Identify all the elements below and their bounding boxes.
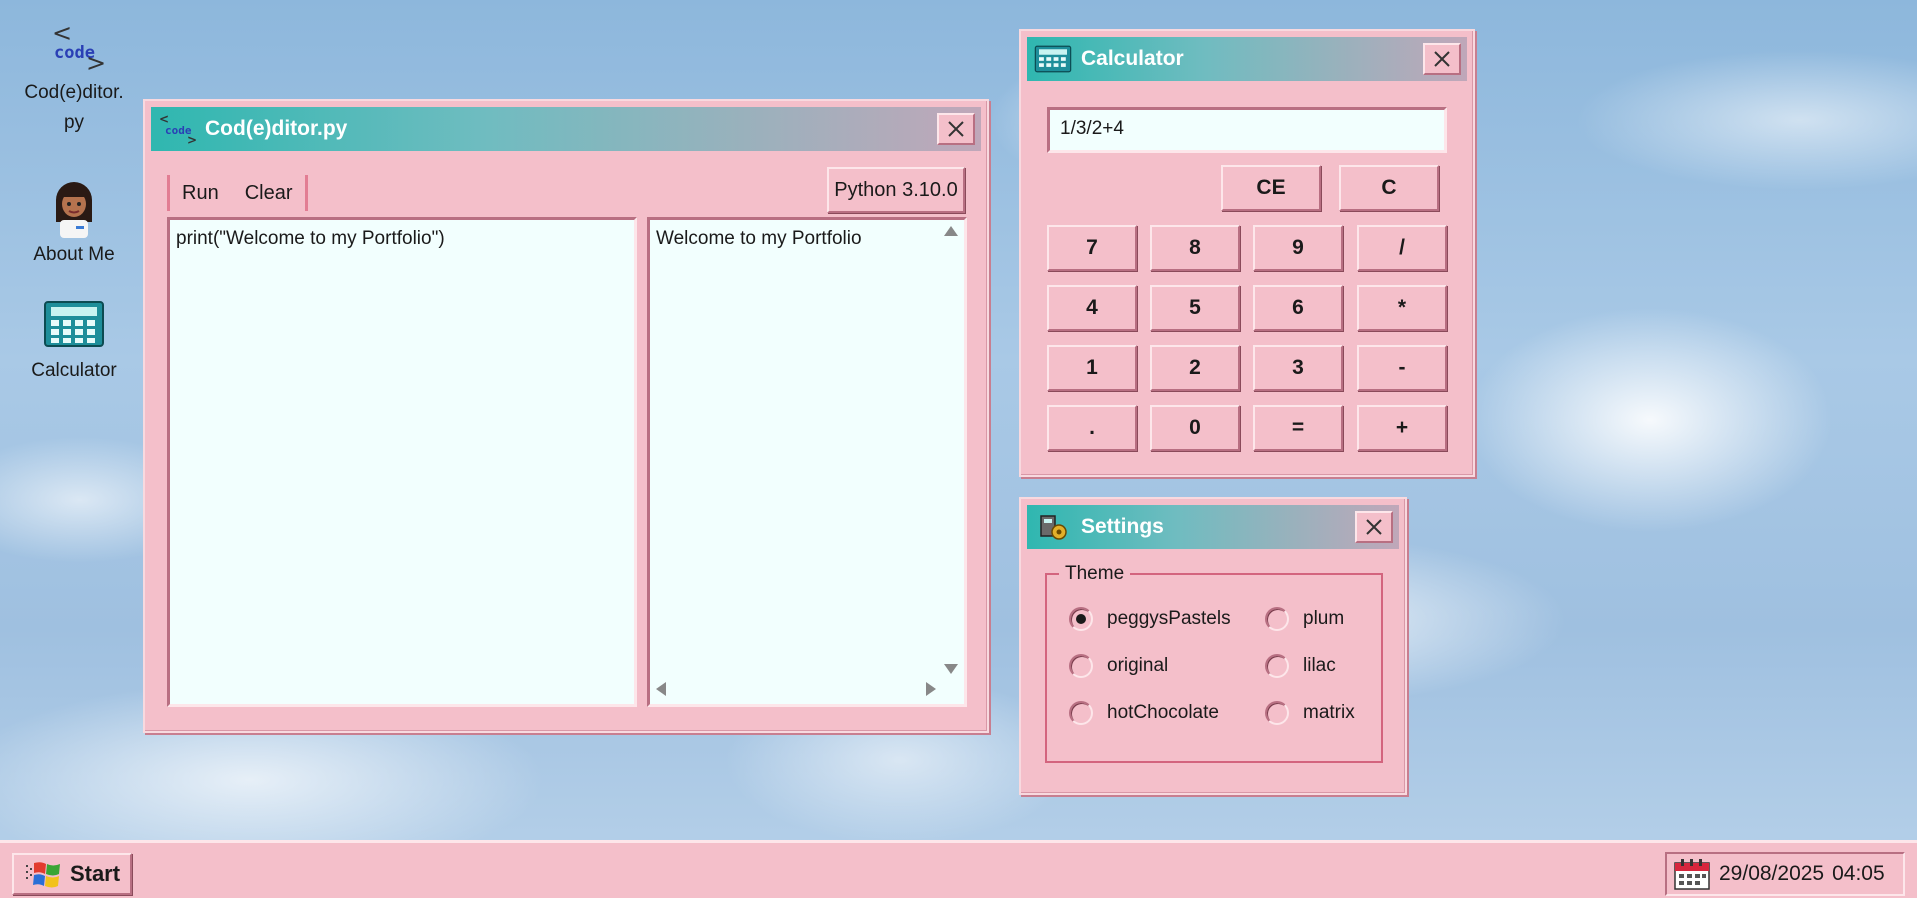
desktop-icon-label: Cod(e)ditor. py xyxy=(24,82,124,133)
calc-key-3[interactable]: 3 xyxy=(1253,345,1343,391)
calc-key-equals[interactable]: = xyxy=(1253,405,1343,451)
close-icon xyxy=(948,121,964,137)
radio-label: matrix xyxy=(1303,702,1355,723)
scroll-right-icon[interactable] xyxy=(926,682,936,696)
scroll-down-icon[interactable] xyxy=(944,664,958,674)
window-title: Cod(e)ditor.py xyxy=(205,117,348,140)
python-version-button[interactable]: Python 3.10.0 xyxy=(827,167,965,213)
calc-key-1[interactable]: 1 xyxy=(1047,345,1137,391)
calc-key-dot[interactable]: . xyxy=(1047,405,1137,451)
start-button[interactable]: Start xyxy=(12,853,132,895)
output-text: Welcome to my Portfolio xyxy=(656,228,862,249)
svg-text:>: > xyxy=(187,133,197,146)
calc-key-add[interactable]: + xyxy=(1357,405,1447,451)
calc-key-2[interactable]: 2 xyxy=(1150,345,1240,391)
clear-button[interactable]: Clear xyxy=(245,182,293,205)
close-button[interactable] xyxy=(1423,43,1461,75)
calc-key-subtract[interactable]: - xyxy=(1357,345,1447,391)
calculator-icon xyxy=(1033,42,1073,76)
calendar-icon[interactable] xyxy=(1673,857,1711,891)
windows-logo-icon xyxy=(25,862,60,888)
calc-key-4[interactable]: 4 xyxy=(1047,285,1137,331)
system-tray: 29/08/2025 04:05 xyxy=(1665,852,1905,896)
calc-key-divide[interactable]: / xyxy=(1357,225,1447,271)
code-text: print("Welcome to my Portfolio") xyxy=(176,228,445,249)
theme-radio-plum[interactable]: plum xyxy=(1265,607,1344,631)
theme-legend: Theme xyxy=(1059,563,1131,585)
calc-key-7[interactable]: 7 xyxy=(1047,225,1137,271)
radio-label: peggysPastels xyxy=(1107,608,1231,629)
radio-unselected-icon xyxy=(1069,701,1093,725)
codeditor-titlebar[interactable]: < code > Cod(e)ditor.py xyxy=(151,107,981,151)
desktop-icon-about-me[interactable]: About Me xyxy=(14,180,134,270)
calc-key-6[interactable]: 6 xyxy=(1253,285,1343,331)
calc-key-8[interactable]: 8 xyxy=(1150,225,1240,271)
tray-time: 04:05 xyxy=(1832,862,1885,885)
theme-radio-matrix[interactable]: matrix xyxy=(1265,701,1355,725)
close-icon xyxy=(1434,51,1450,67)
close-button[interactable] xyxy=(1355,511,1393,543)
calc-key-multiply[interactable]: * xyxy=(1357,285,1447,331)
radio-label: plum xyxy=(1303,608,1345,629)
radio-label: hotChocolate xyxy=(1107,702,1219,723)
desktop-icon-label: About Me xyxy=(33,244,115,265)
desktop-icon-label: Calculator xyxy=(31,360,117,381)
calculator-display[interactable]: 1/3/2+4 xyxy=(1047,107,1447,153)
calculator-titlebar[interactable]: Calculator xyxy=(1027,37,1467,81)
window-title: Settings xyxy=(1081,515,1164,538)
desktop-icon-codeditor[interactable]: < code > Cod(e)ditor. py xyxy=(14,18,134,138)
settings-window: Settings Theme peggysPastels plum origin… xyxy=(1019,497,1407,795)
window-title: Calculator xyxy=(1081,47,1184,70)
code-icon: < code > xyxy=(52,19,107,77)
radio-unselected-icon xyxy=(1265,607,1289,631)
calculator-icon xyxy=(44,301,104,347)
code-input-pane[interactable]: print("Welcome to my Portfolio") xyxy=(167,217,637,707)
codeditor-window: < code > Cod(e)ditor.py Run Clear Python… xyxy=(143,99,989,733)
code-icon: < code > xyxy=(157,112,197,146)
theme-radio-peggyspastels[interactable]: peggysPastels xyxy=(1069,607,1231,631)
calc-key-0[interactable]: 0 xyxy=(1150,405,1240,451)
theme-radio-hotchocolate[interactable]: hotChocolate xyxy=(1069,701,1219,725)
calculator-window: Calculator 1/3/2+4 CE C 7 8 9 / 4 5 6 * … xyxy=(1019,29,1475,477)
editor-toolbar: Run Clear xyxy=(167,175,308,211)
settings-titlebar[interactable]: Settings xyxy=(1027,505,1399,549)
desktop-icon-calculator[interactable]: Calculator xyxy=(14,300,134,386)
theme-fieldset: Theme peggysPastels plum original lilac … xyxy=(1045,563,1383,763)
tray-date: 29/08/2025 xyxy=(1719,862,1825,885)
scroll-up-icon[interactable] xyxy=(944,226,958,236)
radio-label: original xyxy=(1107,655,1169,676)
theme-radio-original[interactable]: original xyxy=(1069,654,1168,678)
close-button[interactable] xyxy=(937,113,975,145)
settings-icon xyxy=(1033,510,1073,544)
calc-key-5[interactable]: 5 xyxy=(1150,285,1240,331)
run-button[interactable]: Run xyxy=(182,182,219,205)
avatar-icon xyxy=(56,182,92,238)
scroll-left-icon[interactable] xyxy=(656,682,666,696)
calc-key-9[interactable]: 9 xyxy=(1253,225,1343,271)
radio-selected-icon xyxy=(1069,607,1093,631)
start-label: Start xyxy=(69,861,121,886)
calc-key-c[interactable]: C xyxy=(1339,165,1439,211)
radio-unselected-icon xyxy=(1069,654,1093,678)
radio-unselected-icon xyxy=(1265,654,1289,678)
taskbar: Start 29/08/2025 04:05 xyxy=(0,840,1917,898)
calc-key-ce[interactable]: CE xyxy=(1221,165,1321,211)
radio-unselected-icon xyxy=(1265,701,1289,725)
theme-radio-lilac[interactable]: lilac xyxy=(1265,654,1336,678)
radio-label: lilac xyxy=(1303,655,1336,676)
close-icon xyxy=(1366,519,1382,535)
output-pane: Welcome to my Portfolio xyxy=(647,217,967,707)
